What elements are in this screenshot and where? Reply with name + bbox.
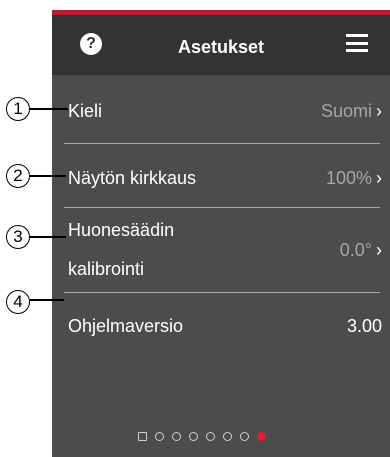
setting-label-calibration-line1: Huonesäädin	[68, 220, 175, 240]
chevron-right-icon: ›	[376, 168, 382, 188]
header-bar: ? Asetukset	[52, 15, 390, 75]
thermostat-screen: ? Asetukset Kieli Suomi › Näytön kirkkaus…	[52, 10, 390, 457]
setting-value-language: Suomi ›	[320, 101, 382, 121]
setting-value-version: 3.00	[346, 316, 382, 336]
page-dot[interactable]	[223, 432, 232, 441]
page-dot[interactable]	[189, 432, 198, 441]
callout-leader	[30, 108, 68, 110]
setting-value-calibration: 0.0° ›	[339, 240, 382, 260]
page-dot[interactable]	[138, 432, 147, 441]
setting-row-calibration[interactable]: Huonesäädin kalibrointi 0.0° ›	[68, 220, 382, 290]
callout-leader	[30, 175, 66, 177]
page-title: Asetukset	[177, 37, 265, 57]
divider	[64, 143, 380, 144]
setting-row-language[interactable]: Kieli Suomi ›	[68, 101, 382, 125]
page-dot[interactable]	[206, 432, 215, 441]
page-dot[interactable]	[172, 432, 181, 441]
page-dot-active[interactable]	[257, 432, 266, 441]
callout-4: 4	[6, 290, 30, 314]
divider	[64, 292, 380, 293]
chevron-right-icon: ›	[376, 101, 382, 121]
setting-label-version: Ohjelmaversio	[68, 316, 184, 336]
callout-1: 1	[6, 97, 30, 121]
page-indicator	[138, 432, 266, 441]
divider	[64, 207, 380, 208]
setting-label-brightness: Näytön kirkkaus	[68, 168, 197, 188]
page-dot[interactable]	[240, 432, 249, 441]
setting-label-language: Kieli	[68, 101, 103, 121]
setting-row-version: Ohjelmaversio 3.00	[68, 316, 382, 340]
callout-leader	[30, 299, 64, 301]
hamburger-menu-icon[interactable]	[346, 34, 368, 52]
setting-label-calibration-line2: kalibrointi	[68, 259, 145, 279]
page-dot[interactable]	[155, 432, 164, 441]
callout-3: 3	[6, 225, 30, 249]
chevron-right-icon: ›	[376, 240, 382, 260]
callout-leader	[30, 236, 66, 238]
setting-value-brightness: 100% ›	[325, 168, 382, 188]
callout-2: 2	[6, 164, 30, 188]
setting-row-brightness[interactable]: Näytön kirkkaus 100% ›	[68, 168, 382, 192]
